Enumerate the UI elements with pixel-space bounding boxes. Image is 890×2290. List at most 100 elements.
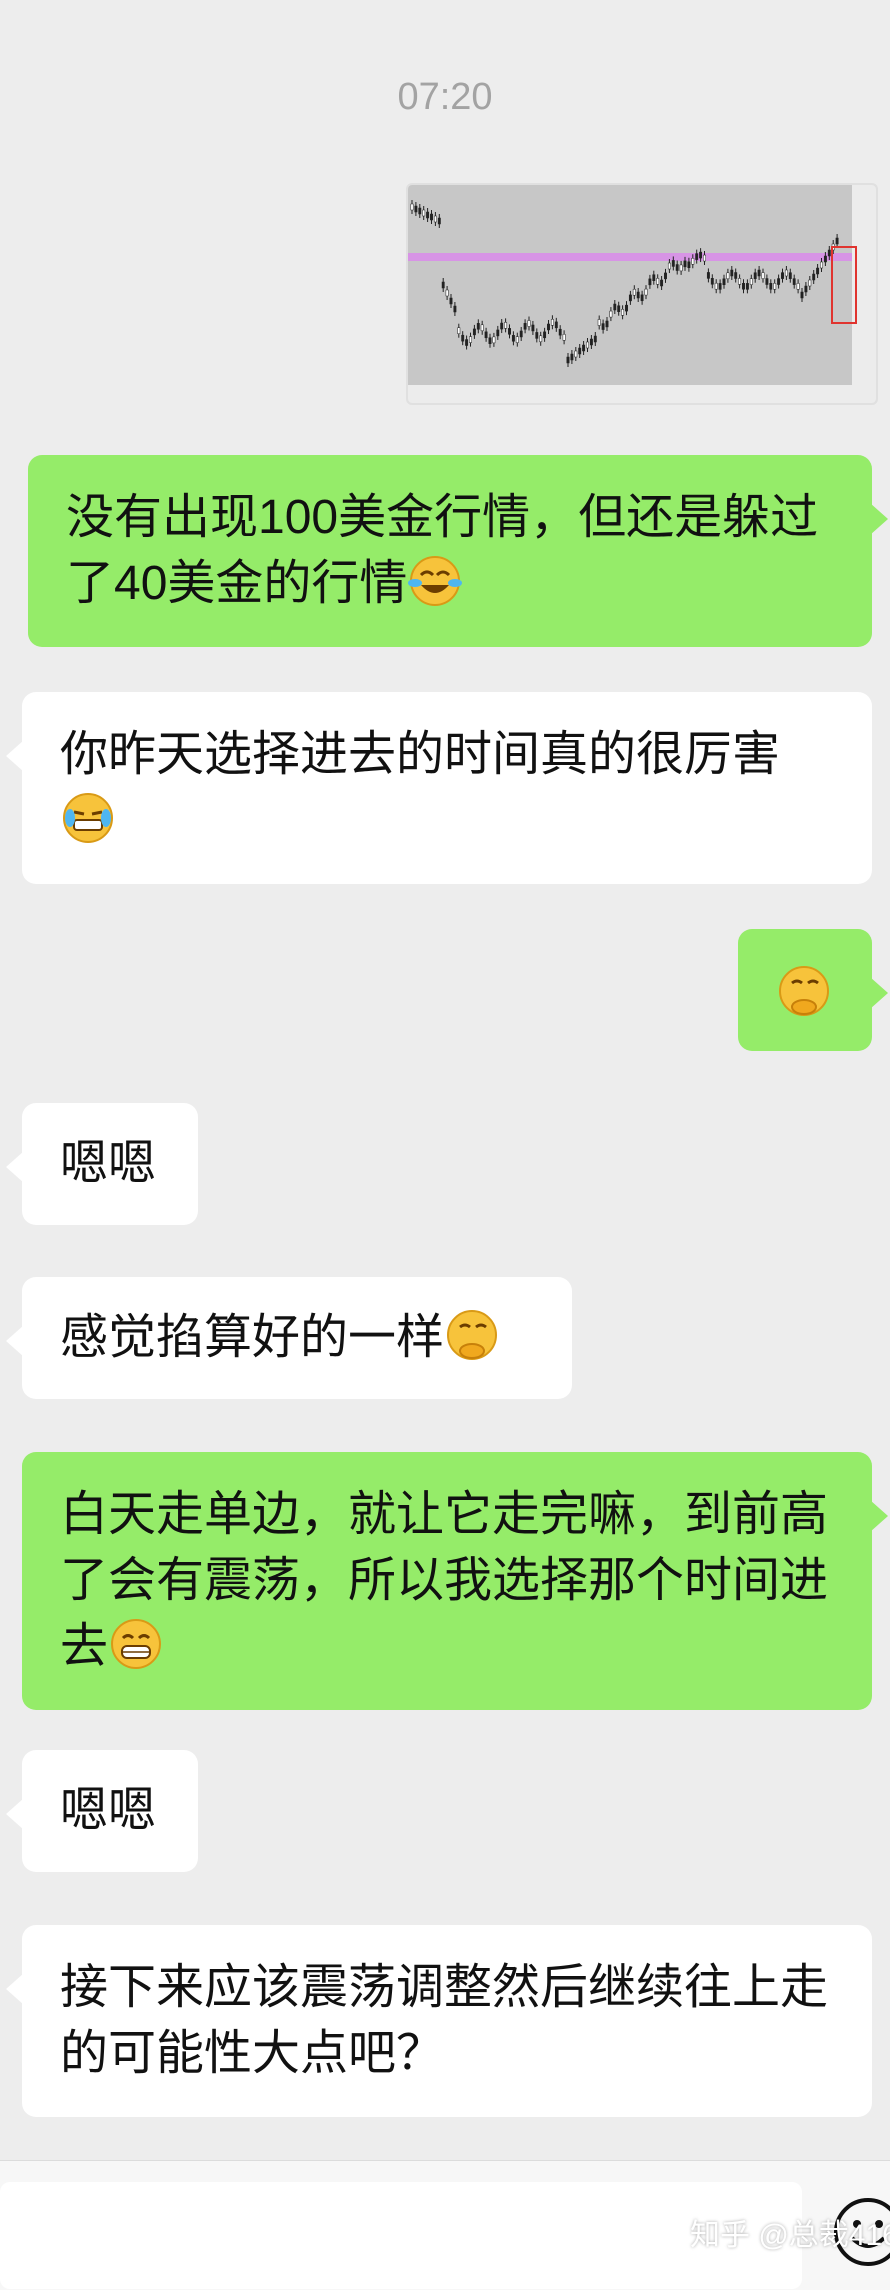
- message-text: 嗯嗯: [60, 1784, 157, 1837]
- candle-body: [613, 303, 617, 311]
- candle-body: [671, 260, 675, 267]
- candle-body: [601, 323, 605, 330]
- message-bubble-sent[interactable]: 没有出现100美金行情，但还是躲过了40美金的行情: [28, 455, 888, 647]
- candle-body: [457, 327, 461, 334]
- candle-body: [726, 272, 730, 280]
- candle-body: [640, 294, 644, 302]
- message-text: 嗯嗯: [60, 1137, 157, 1190]
- candle-body: [426, 211, 430, 219]
- candle-body: [749, 278, 753, 285]
- message-bubble-sent[interactable]: 白天走单边，就让它走完嘛，到前高了会有震荡，所以我选择那个时间进去: [22, 1452, 888, 1710]
- candle-body: [504, 322, 508, 329]
- message-bubble-received[interactable]: 感觉掐算好的一样: [6, 1277, 572, 1399]
- message-timestamp: 07:20: [397, 76, 493, 118]
- candle-body: [488, 337, 492, 344]
- candle-body: [660, 279, 664, 287]
- candle-body: [781, 272, 784, 279]
- candle-body: [827, 249, 831, 257]
- candle-body: [617, 305, 621, 312]
- candle-body: [695, 253, 699, 260]
- message-text: 接下来应该震荡调整然后继续往上走的可能性大点吧？: [60, 1961, 829, 2080]
- candle-body: [656, 278, 660, 285]
- candle-body: [605, 320, 609, 328]
- candle-body: [812, 273, 816, 281]
- candle-body: [508, 328, 511, 335]
- candle-body: [667, 262, 671, 270]
- candle-body: [519, 330, 523, 338]
- candle-body: [558, 328, 562, 336]
- candle-body: [472, 328, 476, 336]
- candle-body: [679, 264, 683, 272]
- candle-body: [820, 261, 823, 269]
- candle-body: [687, 261, 691, 269]
- candle-body: [469, 336, 472, 343]
- candle-body: [515, 336, 519, 343]
- candle-body: [777, 278, 781, 285]
- candle-body: [418, 207, 422, 215]
- candle-body: [816, 267, 820, 275]
- candle-body: [511, 335, 515, 342]
- candle-body: [769, 283, 773, 290]
- candle-body: [675, 264, 679, 271]
- candle-body: [745, 283, 749, 290]
- candle-body: [664, 272, 667, 280]
- candle-body: [609, 310, 613, 318]
- candle-body: [714, 282, 718, 290]
- candle-body: [500, 322, 504, 330]
- message-bubble-received[interactable]: 嗯嗯: [6, 1103, 198, 1225]
- candle-body: [742, 282, 745, 290]
- candle-body: [792, 278, 796, 285]
- candle-body: [636, 291, 640, 299]
- message-input[interactable]: [0, 2182, 802, 2289]
- message-text: 白天走单边，就让它走完嘛，到前高了会有震荡，所以我选择那个时间进去: [60, 1488, 829, 1673]
- candle-body: [441, 281, 445, 289]
- candle-body: [784, 269, 788, 277]
- candle-body: [492, 336, 496, 344]
- candle-body: [433, 215, 437, 223]
- candle-body: [445, 289, 449, 297]
- candle-body: [796, 283, 800, 290]
- grimacing-tears-emoji-icon: [63, 793, 113, 843]
- candle-body: [683, 260, 687, 268]
- candle-body: [652, 274, 656, 281]
- candle-body: [710, 278, 714, 285]
- candle-body: [539, 335, 543, 343]
- candle-body: [773, 283, 777, 290]
- candle-body: [800, 291, 804, 299]
- message-bubble-sent[interactable]: [738, 929, 888, 1051]
- candle-body: [738, 278, 742, 285]
- candle-body: [765, 278, 769, 285]
- candle-body: [453, 305, 457, 313]
- candle-body: [550, 319, 554, 326]
- candle-body: [644, 288, 648, 296]
- candle-body: [582, 344, 586, 352]
- message-text: 感觉掐算好的一样: [60, 1311, 445, 1364]
- candle-body: [449, 297, 453, 305]
- tears-of-joy-emoji-icon: [408, 556, 463, 606]
- chart-image-message[interactable]: [406, 183, 878, 405]
- candle-body: [589, 338, 593, 346]
- candle-body: [465, 339, 469, 346]
- candle-body: [410, 203, 414, 211]
- candle-body: [703, 254, 706, 262]
- candle-body: [761, 272, 765, 279]
- thinking-hand-emoji-icon: [779, 966, 829, 1016]
- candle-body: [621, 309, 625, 316]
- candle-body: [535, 332, 539, 339]
- grinning-emoji-icon: [111, 1619, 162, 1669]
- candle-body: [480, 324, 484, 332]
- candle-body: [547, 323, 550, 331]
- candle-body: [788, 272, 792, 279]
- candle-body: [543, 331, 547, 339]
- candle-body: [437, 217, 441, 225]
- message-bubble-received[interactable]: 接下来应该震荡调整然后继续往上走的可能性大点吧？: [6, 1925, 872, 2117]
- message-bubble-received[interactable]: 你昨天选择进去的时间真的很厉害: [6, 692, 872, 884]
- candle-body: [484, 331, 488, 339]
- candle-body: [757, 269, 761, 277]
- message-bubble-received[interactable]: 嗯嗯: [6, 1750, 198, 1872]
- candle-body: [835, 237, 839, 245]
- thinking-hand-emoji-icon: [447, 1310, 498, 1360]
- candle-body: [562, 334, 566, 341]
- candle-body: [804, 285, 808, 293]
- candle-body: [578, 347, 582, 355]
